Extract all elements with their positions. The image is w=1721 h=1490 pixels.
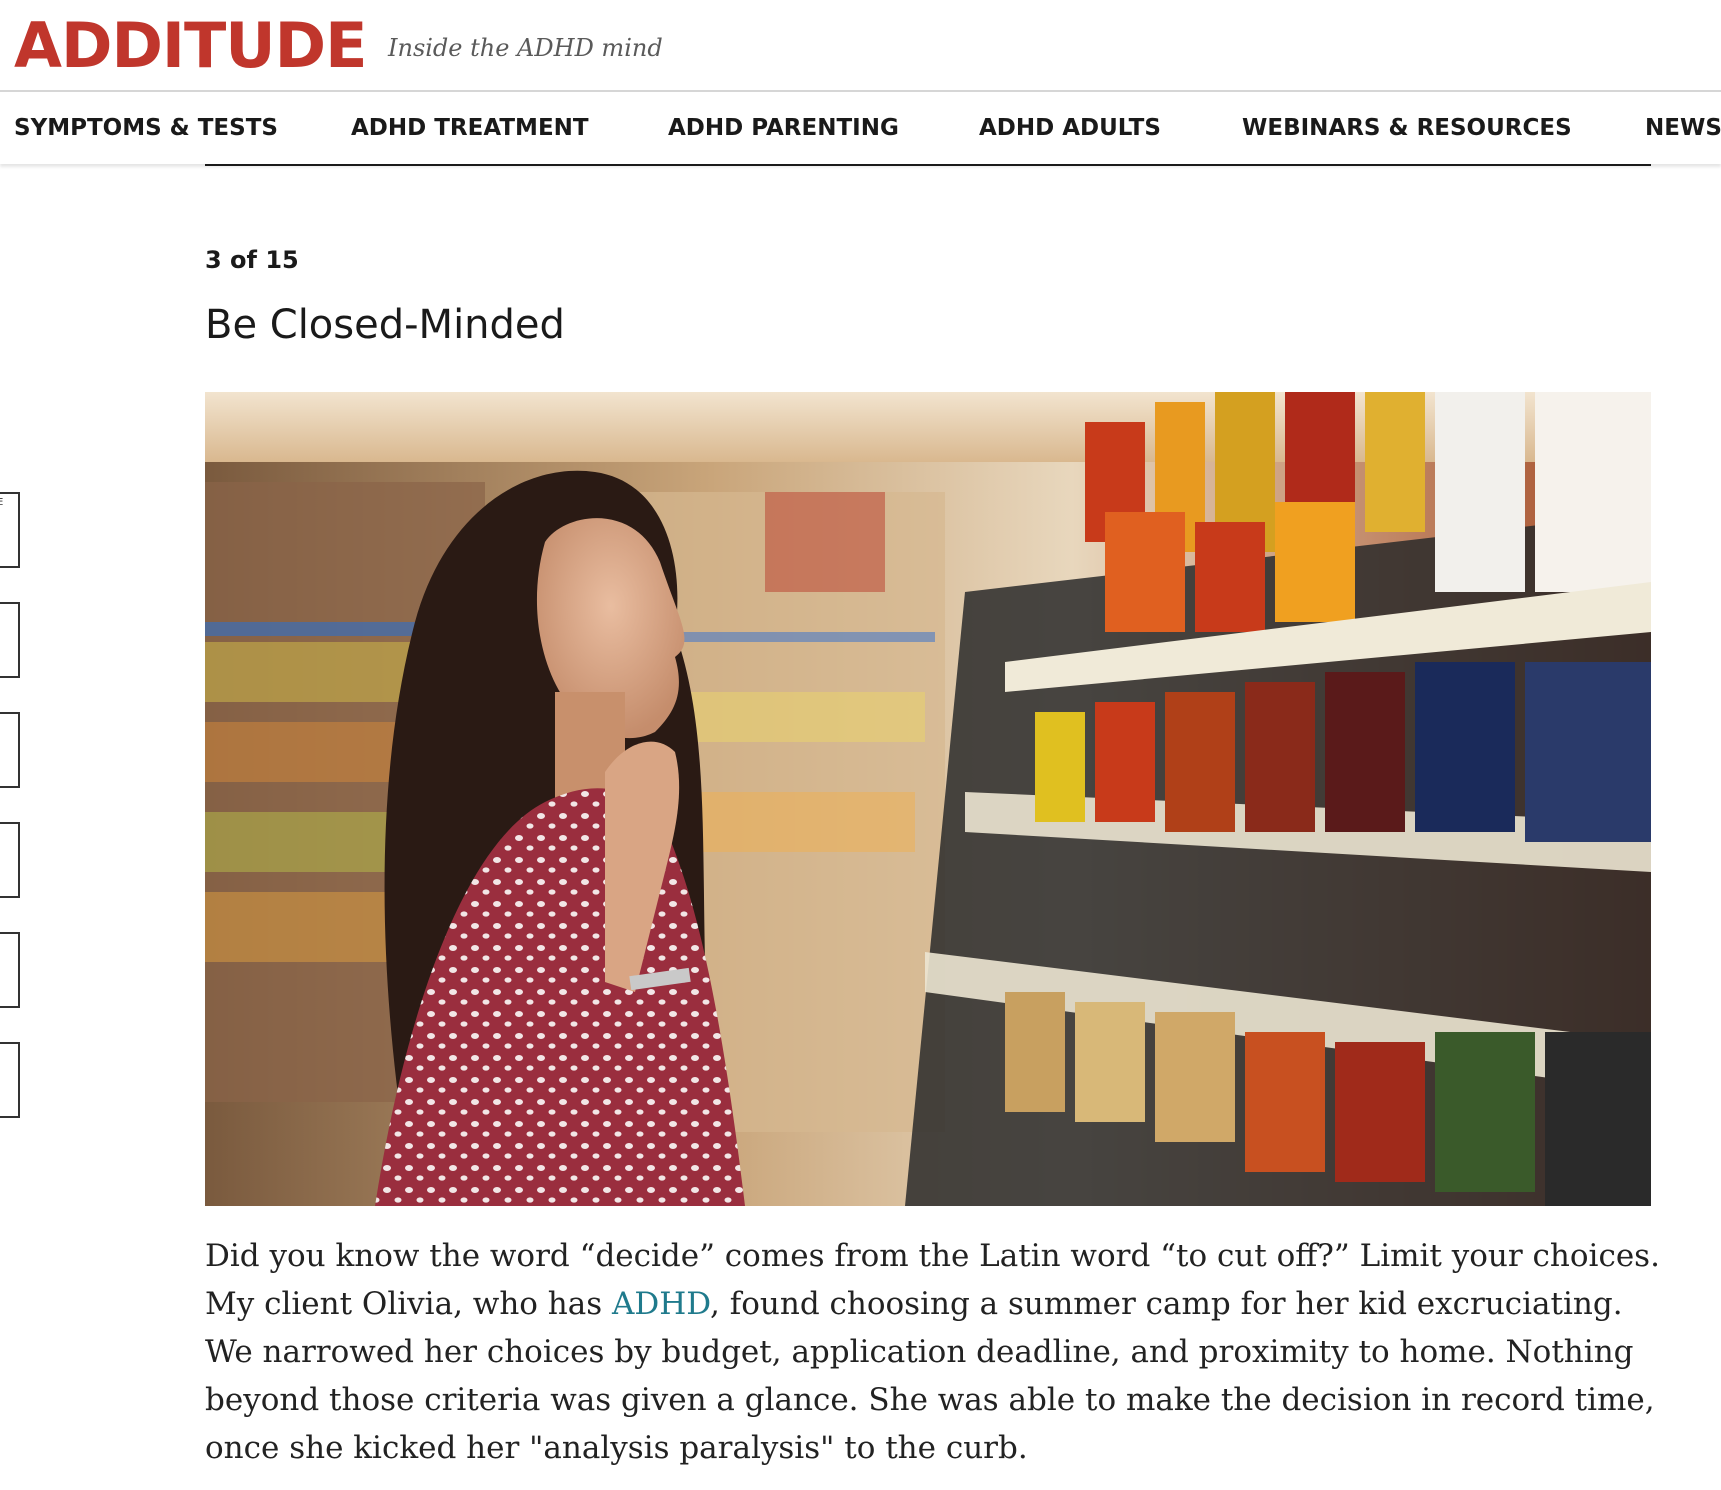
grocery-photo-illustration [205, 392, 1651, 1206]
nav-item-adhd-parenting[interactable]: ADHD PARENTING [668, 92, 899, 164]
adhd-link[interactable]: ADHD [612, 1286, 710, 1322]
nav-item-adhd-treatment[interactable]: ADHD TREATMENT [351, 92, 589, 164]
share-button-5[interactable] [0, 932, 20, 1008]
share-button-2[interactable] [0, 602, 20, 678]
share-button-4[interactable] [0, 822, 20, 898]
share-glyph: E [0, 497, 4, 508]
main-nav: SYMPTOMS & TESTS ADHD TREATMENT ADHD PAR… [0, 92, 1721, 164]
share-button-1[interactable]: E [0, 492, 20, 568]
nav-item-adhd-adults[interactable]: ADHD ADULTS [979, 92, 1161, 164]
nav-list: SYMPTOMS & TESTS ADHD TREATMENT ADHD PAR… [0, 92, 1721, 164]
nav-divider [205, 164, 1651, 166]
nav-item-webinars-resources[interactable]: WEBINARS & RESOURCES [1242, 92, 1572, 164]
nav-item-symptoms-tests[interactable]: SYMPTOMS & TESTS [14, 92, 278, 164]
slide-image [205, 392, 1651, 1206]
share-button-3[interactable] [0, 712, 20, 788]
additude-logo[interactable]: ADDITUDE [14, 10, 367, 82]
nav-item-news[interactable]: NEWSL [1645, 92, 1721, 164]
slide-title: Be Closed-Minded [205, 302, 565, 348]
slide-counter: 3 of 15 [205, 246, 299, 274]
site-tagline: Inside the ADHD mind [388, 34, 663, 62]
site-header: ADDITUDE Inside the ADHD mind [0, 0, 1721, 92]
share-button-6[interactable] [0, 1042, 20, 1118]
slide-body: Did you know the word “decide” comes fro… [205, 1232, 1675, 1472]
